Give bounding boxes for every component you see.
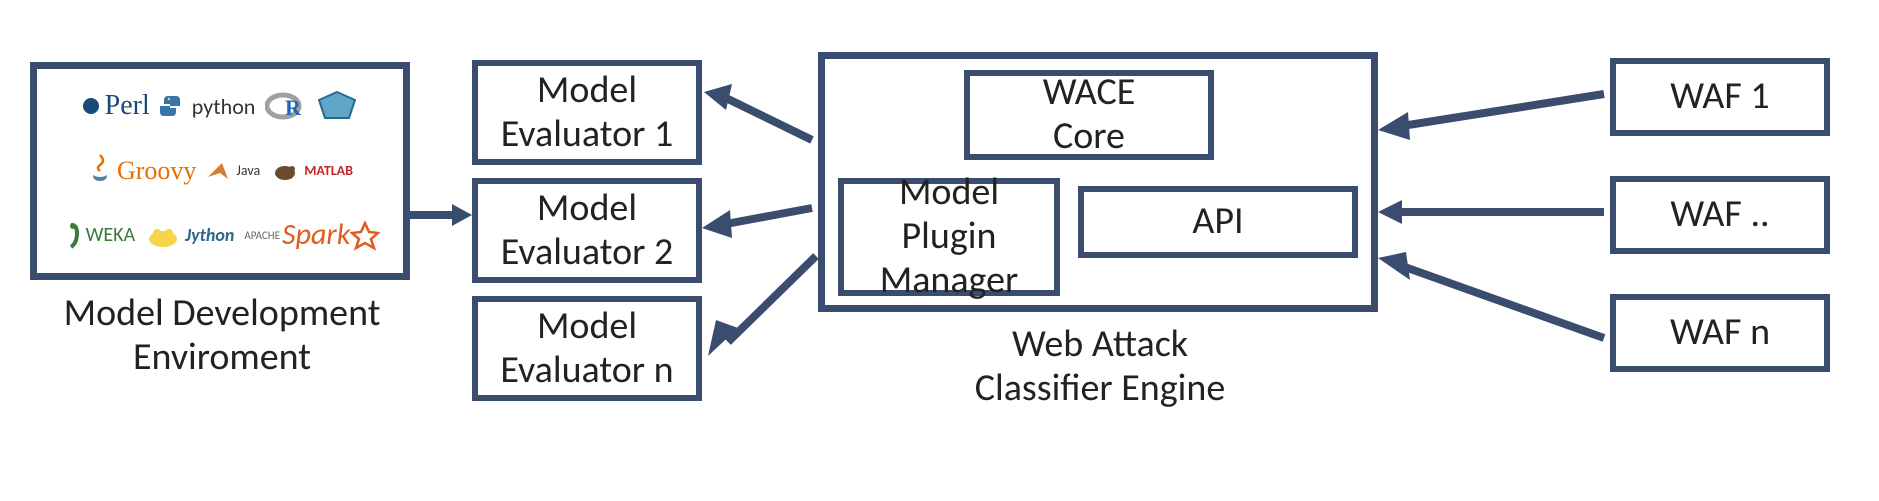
model-dev-env-box: Perl python R Groovy Java MATLAB WEKA Jy… <box>30 62 410 280</box>
model-dev-env-label: Model DevelopmentEnviroment <box>22 292 422 379</box>
arrow-waf2-to-wace <box>1378 192 1610 232</box>
svg-text:R: R <box>285 95 302 120</box>
spark-logo: APACHE Spark <box>244 213 380 259</box>
waf-n-box: WAF n <box>1610 294 1830 372</box>
hadoop-logo: Jython <box>145 213 234 259</box>
model-evaluator-n-box: ModelEvaluator n <box>472 296 702 401</box>
arrow-mde-to-evaluators <box>410 200 472 230</box>
waf-1-box: WAF 1 <box>1610 58 1830 136</box>
jython-logo: WEKA <box>60 213 136 259</box>
model-evaluator-1-box: ModelEvaluator 1 <box>472 60 702 165</box>
weka-logo: MATLAB <box>270 148 353 194</box>
api-box: API <box>1078 186 1358 258</box>
model-plugin-manager-box: ModelPluginManager <box>838 178 1060 296</box>
matlab-logo: Java <box>206 148 260 194</box>
python-logo: python <box>160 83 256 129</box>
waf-2-box: WAF .. <box>1610 176 1830 254</box>
arrow-wace-to-eval2 <box>702 200 818 240</box>
wace-core-box: WACECore <box>964 70 1214 160</box>
java-logo: Groovy <box>87 148 196 194</box>
r-logo: R <box>265 83 305 129</box>
arrow-wace-to-evaln <box>702 250 822 360</box>
wace-label: Web AttackClassifier Engine <box>850 323 1350 410</box>
perl-logo: Perl <box>81 83 150 129</box>
arrow-wace-to-eval1 <box>702 80 818 150</box>
model-evaluator-2-box: ModelEvaluator 2 <box>472 178 702 283</box>
groovy-logo <box>315 83 359 129</box>
arrow-waf1-to-wace <box>1378 80 1610 140</box>
arrow-wafn-to-wace <box>1378 250 1610 350</box>
